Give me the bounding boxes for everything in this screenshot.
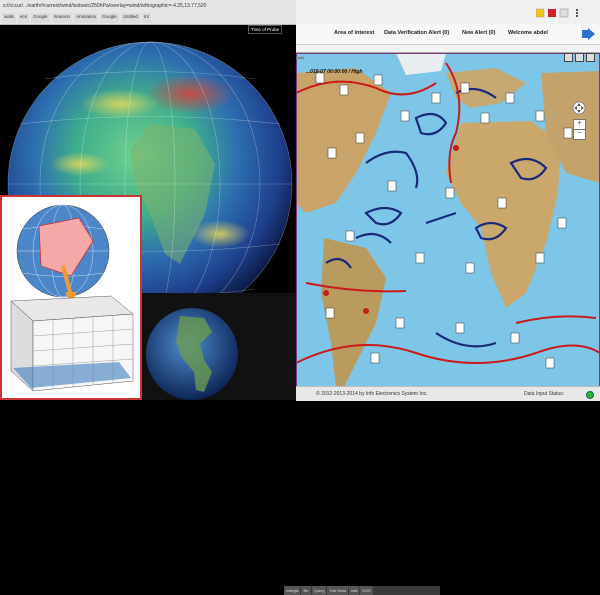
weather-map[interactable]: ...018-07 00:00:00 / High + − <box>296 52 600 387</box>
americas-globe[interactable] <box>142 302 298 400</box>
nav-area-of-interest[interactable]: Area of interest <box>334 30 374 36</box>
grid-icon[interactable] <box>586 53 595 62</box>
extension-icon <box>548 9 556 17</box>
map-canvas[interactable] <box>296 53 600 387</box>
inset-tab[interactable]: SOS <box>360 586 373 595</box>
americas-globe-window: webgis file Query Tab Sess inst SOS <box>142 293 440 595</box>
copyright-text: © 2012-2013-2014 by Info Electronics Sys… <box>316 391 428 397</box>
app-navbar: Area of interest Data Verification Alert… <box>296 24 600 45</box>
address-bar[interactable]: s://cccur/.../earth/#current/wind/isobar… <box>3 3 253 10</box>
inset-tab[interactable]: Query <box>311 586 327 595</box>
bookmark-item[interactable]: ecs <box>18 13 30 23</box>
map-controls <box>564 53 600 63</box>
star-icon <box>536 8 545 18</box>
inset-tab-strip: webgis file Query Tab Sess inst SOS <box>284 586 440 595</box>
toolbar-icons <box>536 8 578 18</box>
bookmark-item[interactable]: walls <box>2 13 17 23</box>
browser-toolbar: s://cccur/.../earth/#current/wind/isobar… <box>0 0 300 25</box>
inset-tab[interactable]: Tab Sess <box>327 586 348 595</box>
extension-icon <box>559 8 569 18</box>
bookmark-item[interactable]: Int <box>141 13 151 23</box>
welcome-user: Welcome abdel <box>508 30 548 36</box>
pan-icon[interactable] <box>572 101 586 115</box>
bookmark-item[interactable]: Animation <box>74 13 99 23</box>
inset-tab[interactable]: inst <box>348 586 360 595</box>
fullscreen-icon[interactable] <box>564 53 573 62</box>
grid-diagram <box>1 196 141 399</box>
map-timestamp: ...018-07 00:00:00 / High <box>306 69 363 75</box>
bookmark-item[interactable]: Untitled <box>120 13 140 23</box>
browser-toolbar <box>296 0 600 25</box>
zoom-out-button[interactable]: − <box>573 129 586 140</box>
logout-icon[interactable] <box>582 27 596 41</box>
map-layer-select[interactable] <box>296 57 304 59</box>
data-input-status-label: Data Input Status: <box>524 391 565 397</box>
globe-tooltip: Time of Probe <box>248 25 283 34</box>
bookmark-item[interactable]: Google <box>31 13 50 23</box>
menu-icon <box>576 9 578 17</box>
bookmark-item[interactable]: Imareon <box>51 13 73 23</box>
app-footer: © 2012-2013-2014 by Info Electronics Sys… <box>296 386 600 401</box>
inset-tab[interactable]: file <box>301 586 311 595</box>
bookmark-item[interactable]: Google <box>100 13 119 23</box>
alert-app-window: Area of interest Data Verification Alert… <box>296 0 600 401</box>
bookmarks-bar: walls ecs Google Imareon Animation Googl… <box>0 13 302 23</box>
nav-data-verification-alert[interactable]: Data Verification Alert (0) <box>384 30 449 36</box>
nav-new-alert[interactable]: New Alert (0) <box>462 30 495 36</box>
status-indicator-icon <box>586 391 594 399</box>
inset-tab[interactable]: webgis <box>284 586 301 595</box>
grid-diagram-inset <box>0 195 142 400</box>
layers-icon[interactable] <box>575 53 584 62</box>
